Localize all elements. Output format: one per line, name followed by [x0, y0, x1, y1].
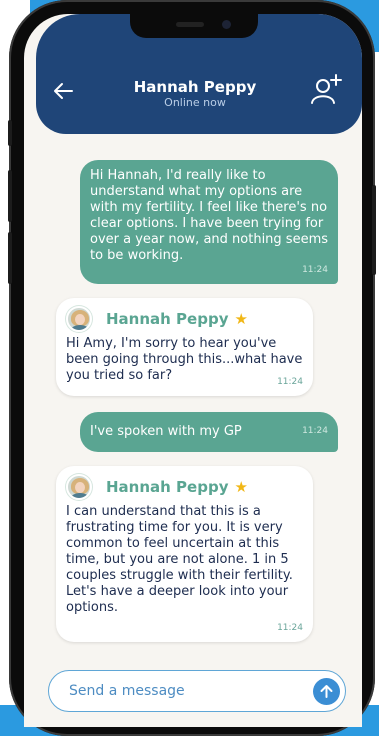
message-time: 11:24	[277, 623, 303, 633]
sender-name: Hannah Peppy	[106, 310, 229, 328]
star-icon: ★	[234, 478, 248, 496]
message-bubble-sent: Hi Hannah, I'd really like to understand…	[80, 160, 338, 284]
message-input[interactable]: Send a message	[48, 670, 346, 712]
add-user-icon	[311, 74, 342, 104]
contact-name: Hannah Peppy	[133, 78, 257, 96]
send-button[interactable]	[313, 678, 340, 705]
sender-row: Hannah Peppy ★	[66, 306, 303, 332]
message-text: I've spoken with my GP	[90, 424, 242, 439]
message-input-placeholder: Send a message	[69, 683, 185, 699]
arrow-up-icon	[320, 685, 333, 698]
message-bubble-received: Hannah Peppy ★ Hi Amy, I'm sorry to hear…	[56, 298, 313, 396]
avatar	[66, 474, 92, 500]
phone-side-button	[8, 232, 12, 284]
message-time: 11:24	[302, 265, 328, 275]
phone-side-button	[372, 185, 376, 275]
contact-status: Online now	[164, 96, 226, 109]
message-time: 11:24	[277, 377, 303, 387]
message-bubble-sent: I've spoken with my GP 11:24	[80, 412, 338, 452]
add-user-button[interactable]	[309, 73, 343, 107]
message-text: Hi Amy, I'm sorry to hear you've been go…	[66, 336, 303, 383]
star-icon: ★	[234, 310, 248, 328]
message-text: I can understand that this is a frustrat…	[66, 504, 293, 615]
arrow-left-icon	[54, 83, 73, 99]
phone-notch	[130, 14, 258, 38]
notch-speaker	[176, 22, 204, 27]
message-time: 11:24	[302, 426, 328, 436]
back-arrow-icon[interactable]	[52, 80, 74, 102]
notch-camera	[222, 20, 231, 29]
sender-row: Hannah Peppy ★	[66, 474, 303, 500]
message-text: Hi Hannah, I'd really like to understand…	[90, 168, 329, 263]
sender-name: Hannah Peppy	[106, 478, 229, 496]
phone-side-button	[8, 170, 12, 222]
message-bubble-received: Hannah Peppy ★ I can understand that thi…	[56, 466, 313, 642]
phone-side-button	[8, 120, 12, 146]
avatar	[66, 306, 92, 332]
